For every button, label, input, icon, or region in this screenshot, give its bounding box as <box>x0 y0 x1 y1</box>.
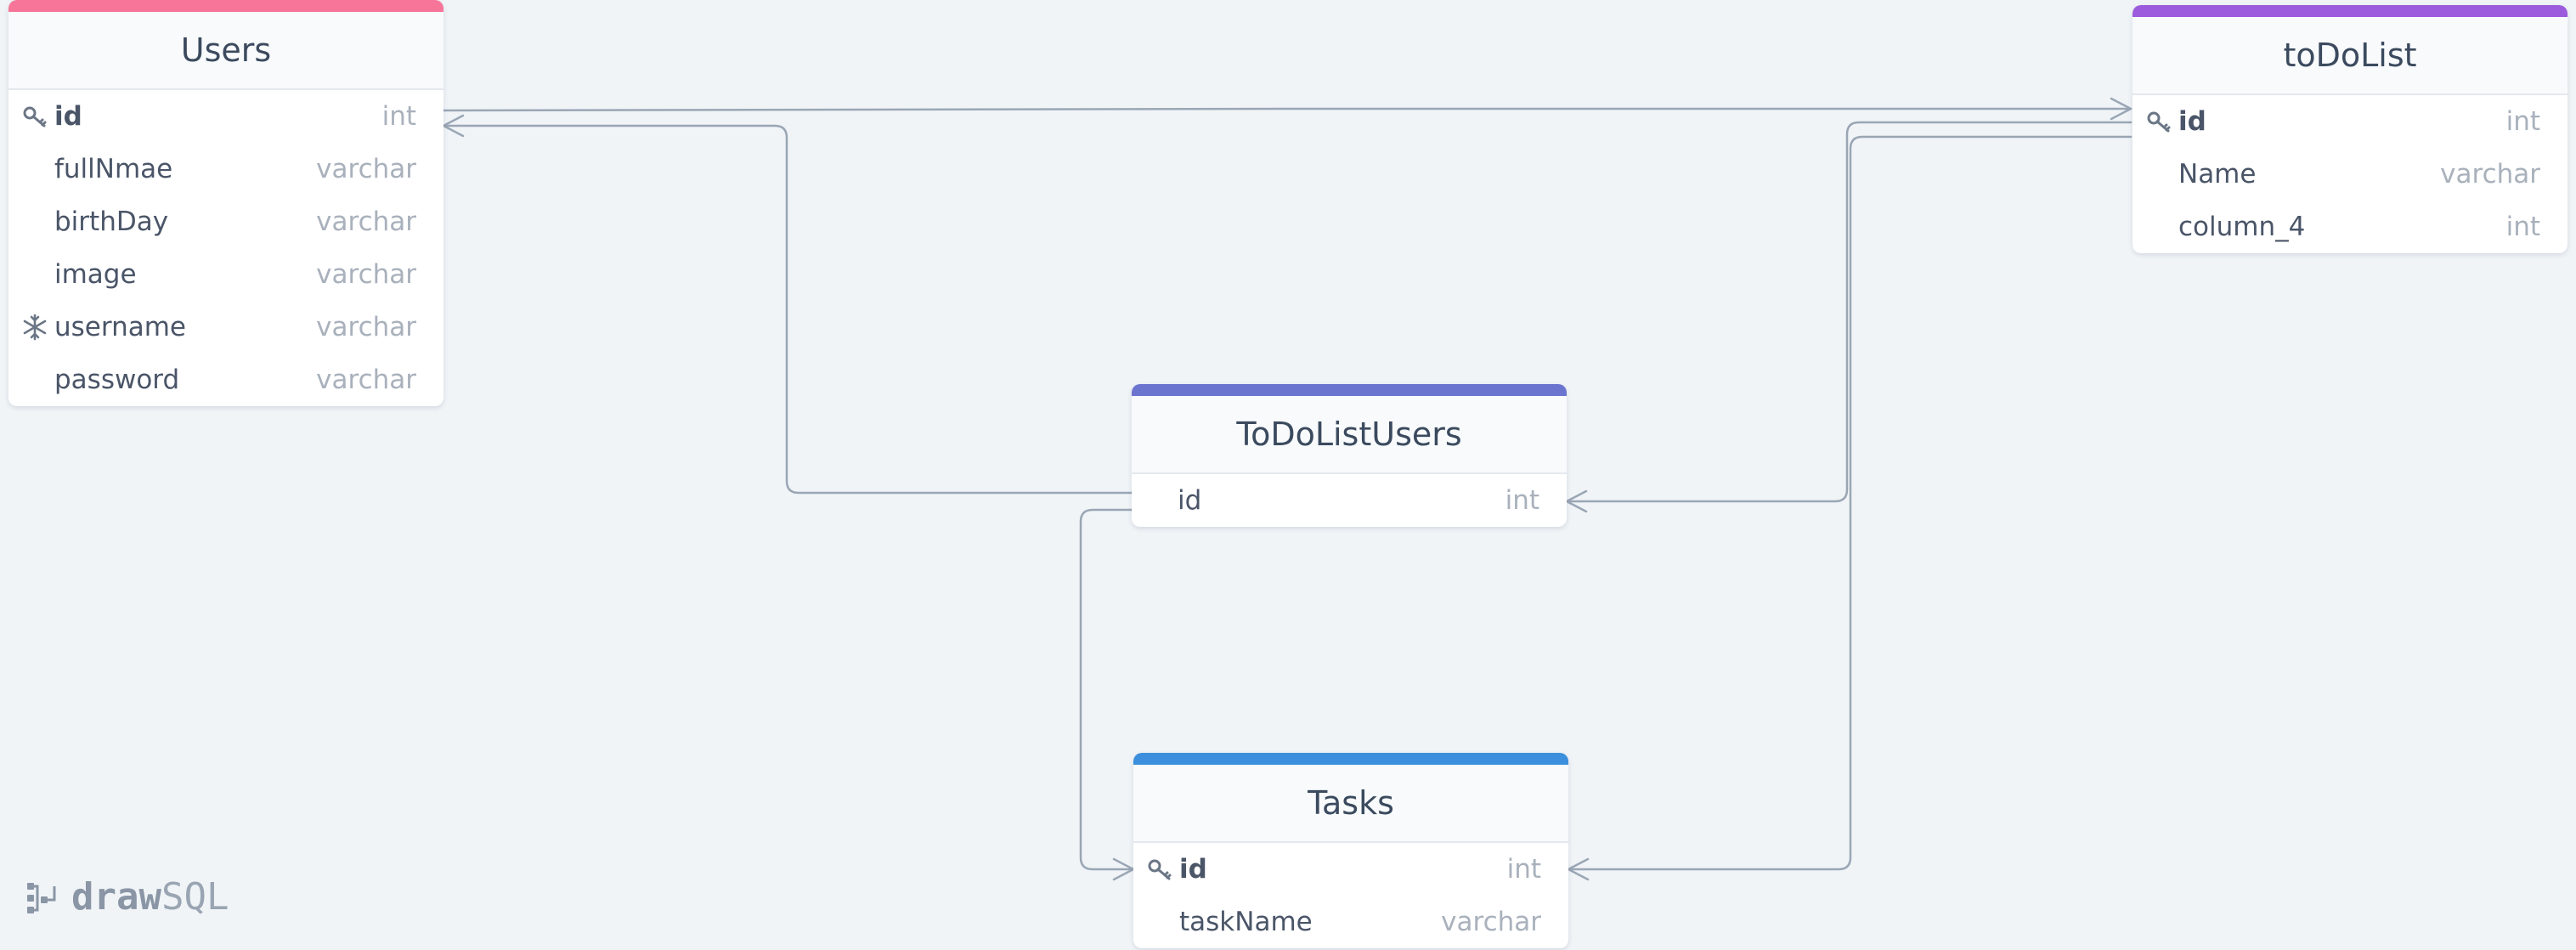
table-title-tasks: Tasks <box>1133 765 1568 843</box>
crowfoot-todolist-users <box>2110 97 2133 121</box>
relation-users-todolistusers <box>442 124 1133 495</box>
key-icon <box>2144 107 2173 136</box>
relation-tasks-todolist <box>1567 135 2133 871</box>
column-type: varchar <box>316 365 416 395</box>
column-row-birthday[interactable]: birthDay varchar <box>8 195 443 248</box>
drawsql-logo-icon <box>27 882 56 913</box>
column-type: varchar <box>316 206 416 237</box>
column-type: varchar <box>316 312 416 342</box>
column-type: int <box>1506 854 1541 885</box>
drawsql-logo[interactable]: draw SQL <box>24 875 229 919</box>
table-title-users: Users <box>8 12 443 90</box>
logo-text-light: SQL <box>161 875 229 919</box>
column-row-column-4[interactable]: column_4 int <box>2133 201 2568 253</box>
table-accent-users <box>8 0 443 12</box>
column-name: image <box>54 259 137 290</box>
column-row-id[interactable]: id int <box>1132 474 1567 527</box>
column-type: int <box>381 101 416 132</box>
column-name: id <box>2178 106 2206 137</box>
column-name: id <box>1178 485 1202 516</box>
column-type: int <box>2505 212 2540 242</box>
table-tasks[interactable]: Tasks id int taskName varchar <box>1133 753 1568 948</box>
column-row-username[interactable]: username varchar <box>8 301 443 353</box>
column-type: varchar <box>2440 159 2540 189</box>
column-row-taskname[interactable]: taskName varchar <box>1133 896 1568 948</box>
column-type: varchar <box>316 259 416 290</box>
column-name: column_4 <box>2178 212 2306 242</box>
column-name: password <box>54 365 180 395</box>
crowfoot-tasks-left <box>1112 857 1135 881</box>
snowflake-icon <box>20 313 49 342</box>
column-row-password[interactable]: password varchar <box>8 353 443 406</box>
table-title-todolist: toDoList <box>2133 17 2568 95</box>
diagram-canvas[interactable]: Users id int fullNmae varchar birthDay v… <box>0 0 2576 950</box>
table-accent-todolistusers <box>1132 384 1567 396</box>
column-row-id[interactable]: id int <box>8 90 443 143</box>
table-accent-todolist <box>2133 5 2568 17</box>
table-title-todolistusers: ToDoListUsers <box>1132 396 1567 474</box>
column-type: varchar <box>316 154 416 184</box>
column-type: int <box>1505 485 1539 516</box>
key-icon <box>20 102 49 131</box>
column-name: id <box>54 101 82 132</box>
relation-todolistusers-todolist <box>1565 121 2133 503</box>
relation-users-todolist <box>442 107 2133 112</box>
relation-todolistusers-tasks <box>1079 508 1135 871</box>
table-accent-tasks <box>1133 753 1568 765</box>
column-name: taskName <box>1179 907 1313 937</box>
crowfoot-users <box>442 114 465 138</box>
column-name: username <box>54 312 186 342</box>
column-name: birthDay <box>54 206 169 237</box>
column-row-fullnmae[interactable]: fullNmae varchar <box>8 143 443 195</box>
column-row-id[interactable]: id int <box>2133 95 2568 148</box>
column-type: int <box>2505 106 2540 137</box>
table-todolist[interactable]: toDoList id int Name varchar column_4 in… <box>2133 5 2568 253</box>
column-name: fullNmae <box>54 154 173 184</box>
column-type: varchar <box>1441 907 1541 937</box>
logo-text-bold: draw <box>71 875 161 919</box>
column-row-id[interactable]: id int <box>1133 843 1568 896</box>
key-icon <box>1145 855 1174 884</box>
table-todolistusers[interactable]: ToDoListUsers id int <box>1132 384 1567 527</box>
crowfoot-todolistusers <box>1565 489 1588 513</box>
column-name: Name <box>2178 159 2257 189</box>
column-row-image[interactable]: image varchar <box>8 248 443 301</box>
column-row-name[interactable]: Name varchar <box>2133 148 2568 201</box>
crowfoot-tasks-right <box>1567 857 1590 881</box>
table-users[interactable]: Users id int fullNmae varchar birthDay v… <box>8 0 443 406</box>
column-name: id <box>1179 854 1207 885</box>
